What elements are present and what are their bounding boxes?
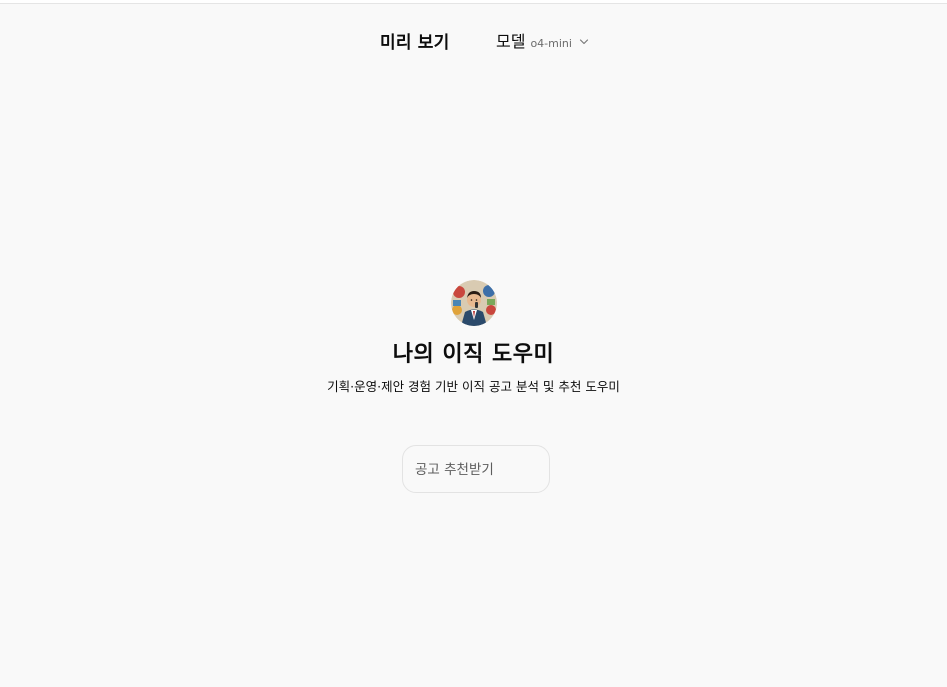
model-value: o4-mini: [530, 37, 572, 50]
avatar: [450, 280, 497, 326]
page-title: 미리 보기: [380, 33, 450, 53]
window-top-border: [0, 0, 947, 4]
gpt-profile: 나의 이직 도우미 기획·운영·제안 경험 기반 이직 공고 분석 및 추천 도…: [0, 280, 947, 395]
preview-header: 미리 보기 모델 o4-mini: [0, 26, 947, 54]
gpt-description: 기획·운영·제안 경험 기반 이직 공고 분석 및 추천 도우미: [327, 379, 620, 394]
model-label: 모델: [496, 32, 526, 51]
conversation-starter-button[interactable]: 공고 추천받기: [402, 445, 550, 493]
model-selector[interactable]: 모델 o4-mini: [496, 28, 589, 52]
gpt-name: 나의 이직 도우미: [392, 342, 555, 367]
chevron-down-icon: [579, 32, 589, 45]
avatar-illustration-icon: [450, 280, 497, 326]
